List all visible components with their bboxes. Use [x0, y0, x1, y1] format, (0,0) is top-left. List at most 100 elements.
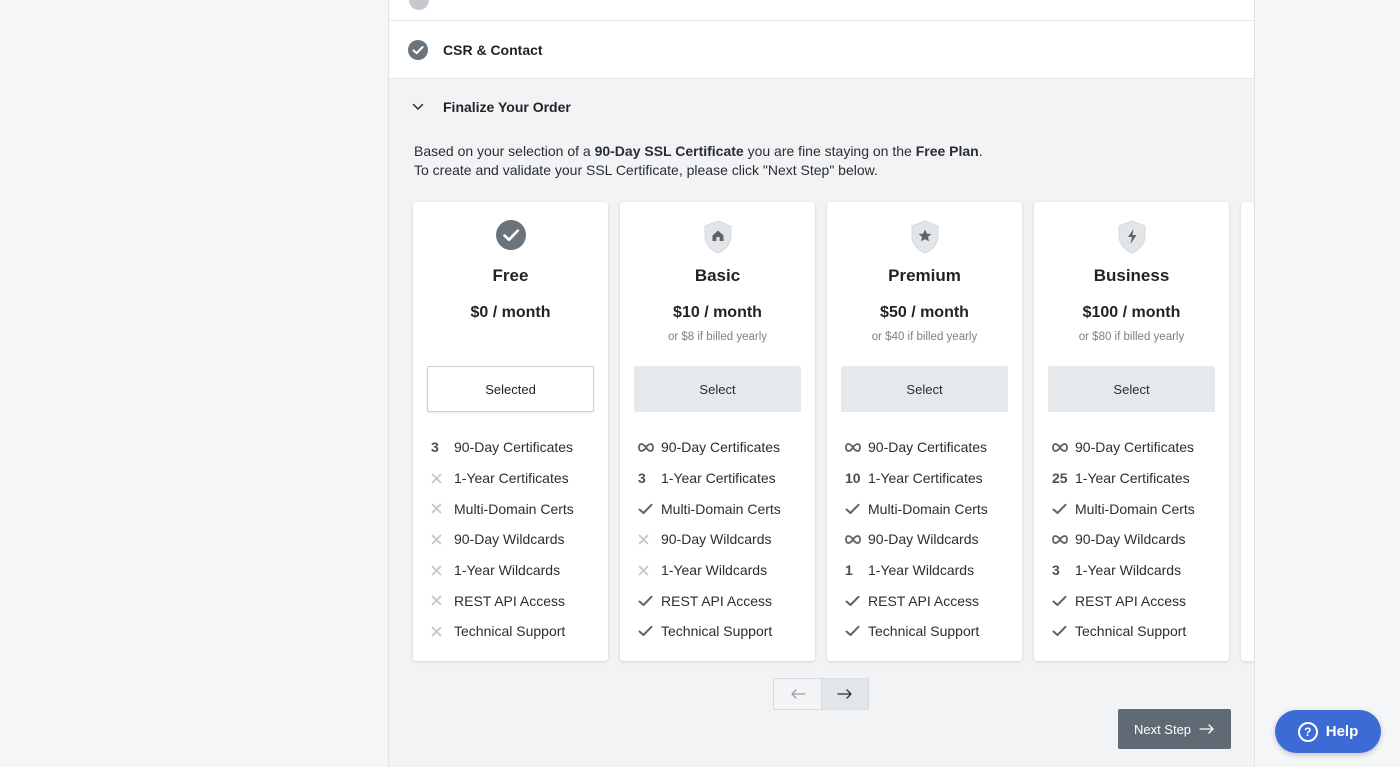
feature-label: REST API Access	[454, 592, 566, 609]
plan-card-basic: Basic $10 / month or $8 if billed yearly Se…	[620, 202, 815, 661]
arrow-right-icon	[1199, 724, 1214, 734]
help-button[interactable]: ? Help	[1275, 710, 1381, 753]
plan-feature: REST API Access	[845, 585, 1014, 616]
check-circle-icon	[408, 39, 428, 60]
plan-feature: Technical Support	[845, 616, 1014, 647]
cross-icon	[431, 473, 454, 484]
intro-instruction: To create and validate your SSL Certific…	[414, 162, 878, 178]
feature-count: 25	[1052, 470, 1068, 487]
plan-feature: Technical Support	[638, 616, 807, 647]
prev-plans-button[interactable]	[773, 678, 821, 710]
check-icon	[1052, 503, 1075, 515]
plan-pager	[773, 678, 869, 710]
previous-step-row[interactable]	[389, 0, 1254, 21]
step-finalize-order[interactable]: Finalize Your Order	[389, 80, 1254, 134]
plan-card-business: Business $100 / month or $80 if billed yea…	[1034, 202, 1229, 661]
feature-label: Technical Support	[868, 623, 980, 640]
feature-label: Multi-Domain Certs	[868, 500, 988, 517]
feature-count: 3	[1052, 562, 1060, 579]
feature-label: Multi-Domain Certs	[1075, 500, 1195, 517]
plan-feature: REST API Access	[1052, 585, 1221, 616]
question-icon: ?	[1297, 721, 1318, 742]
selected-plan-button[interactable]: Selected	[427, 366, 594, 412]
feature-label: 1-Year Wildcards	[661, 562, 768, 579]
plan-cards: Free $0 / month Selected 3 90-Day Certificat…	[413, 202, 1254, 662]
feature-label: 1-Year Certificates	[661, 470, 776, 487]
feature-label: 90-Day Wildcards	[454, 531, 565, 548]
infinity-icon	[1052, 535, 1075, 544]
plan-feature: 90-Day Wildcards	[431, 524, 600, 555]
feature-count: 3	[431, 439, 439, 456]
shield-bolt-icon	[1034, 220, 1229, 254]
next-step-button[interactable]: Next Step	[1118, 709, 1231, 749]
select-plan-button[interactable]: Select	[634, 366, 801, 412]
plan-name: Premium	[888, 266, 961, 285]
plan-feature: 25 1-Year Certificates	[1052, 463, 1221, 494]
plan-feature: Technical Support	[1052, 616, 1221, 647]
infinity-icon	[638, 442, 661, 452]
select-plan-button[interactable]: Select	[1048, 366, 1215, 412]
plan-feature: 90-Day Wildcards	[638, 524, 807, 555]
feature-label: 1-Year Certificates	[868, 470, 983, 487]
plan-card-free: Free $0 / month Selected 3 90-Day Certificat…	[413, 202, 608, 661]
plan-card-premium: Premium $50 / month or $40 if billed yearl…	[827, 202, 1022, 661]
help-label: Help	[1325, 723, 1359, 740]
step-label: Finalize Your Order	[443, 99, 571, 115]
feature-count: 1	[845, 562, 853, 579]
cross-icon	[431, 595, 454, 606]
plan-yearly-price: or $80 if billed yearly	[1078, 331, 1185, 343]
plan-feature: 1-Year Wildcards	[638, 555, 807, 586]
plan-feature: REST API Access	[431, 585, 600, 616]
plan-price: $0 / month	[470, 304, 551, 321]
feature-label: 90-Day Certificates	[661, 439, 781, 456]
select-plan-button[interactable]: Select	[841, 366, 1008, 412]
plan-feature: Technical Support	[431, 616, 600, 647]
cross-icon	[638, 534, 661, 545]
plan-yearly-price: or $8 if billed yearly	[667, 331, 768, 343]
plan-feature: Multi-Domain Certs	[638, 493, 807, 524]
feature-count-mark: 1	[845, 562, 868, 578]
step-status-icon	[409, 0, 429, 10]
plan-feature: 90-Day Wildcards	[845, 524, 1014, 555]
feature-count-mark: 3	[1052, 562, 1075, 578]
cross-icon	[638, 565, 661, 576]
feature-label: Multi-Domain Certs	[454, 500, 574, 517]
infinity-icon	[1052, 442, 1075, 452]
arrow-left-icon	[790, 689, 806, 699]
feature-label: REST API Access	[1075, 592, 1187, 609]
check-icon	[845, 595, 868, 607]
plan-feature: 1 1-Year Wildcards	[845, 555, 1014, 586]
feature-label: 90-Day Certificates	[868, 439, 988, 456]
feature-count-mark: 10	[845, 470, 868, 486]
feature-label: 1-Year Wildcards	[868, 562, 975, 579]
chevron-down-icon	[408, 97, 428, 117]
plan-yearly-price: or $40 if billed yearly	[871, 331, 978, 343]
plan-feature: Multi-Domain Certs	[1052, 493, 1221, 524]
plan-feature: 90-Day Certificates	[845, 432, 1014, 463]
next-step-label: Next Step	[1133, 721, 1192, 737]
shield-home-icon	[620, 220, 815, 254]
cross-icon	[431, 565, 454, 576]
check-icon	[638, 503, 661, 515]
feature-label: 90-Day Wildcards	[661, 531, 772, 548]
feature-label: REST API Access	[661, 592, 773, 609]
plan-feature: 1-Year Certificates	[431, 463, 600, 494]
plan-feature: 90-Day Certificates	[1052, 432, 1221, 463]
check-icon	[1052, 625, 1075, 637]
check-icon	[845, 503, 868, 515]
check-icon	[638, 595, 661, 607]
feature-count-mark: 3	[431, 439, 454, 455]
step-csr-contact[interactable]: CSR & Contact	[389, 21, 1254, 79]
feature-count-mark: 25	[1052, 470, 1075, 486]
plan-feature: Multi-Domain Certs	[431, 493, 600, 524]
feature-count-mark: 3	[638, 470, 661, 486]
next-plans-button[interactable]	[821, 678, 869, 710]
plan-feature: 3 90-Day Certificates	[431, 432, 600, 463]
check-icon	[1052, 595, 1075, 607]
feature-label: 90-Day Wildcards	[868, 531, 979, 548]
intro-text: Based on your selection of a	[414, 143, 595, 159]
plan-features: 90-Day Certificates 25 1-Year Certificates…	[1052, 432, 1221, 647]
plan-feature: Multi-Domain Certs	[845, 493, 1014, 524]
feature-label: Technical Support	[1075, 623, 1187, 640]
intro-plan-name: Free Plan	[915, 143, 979, 159]
